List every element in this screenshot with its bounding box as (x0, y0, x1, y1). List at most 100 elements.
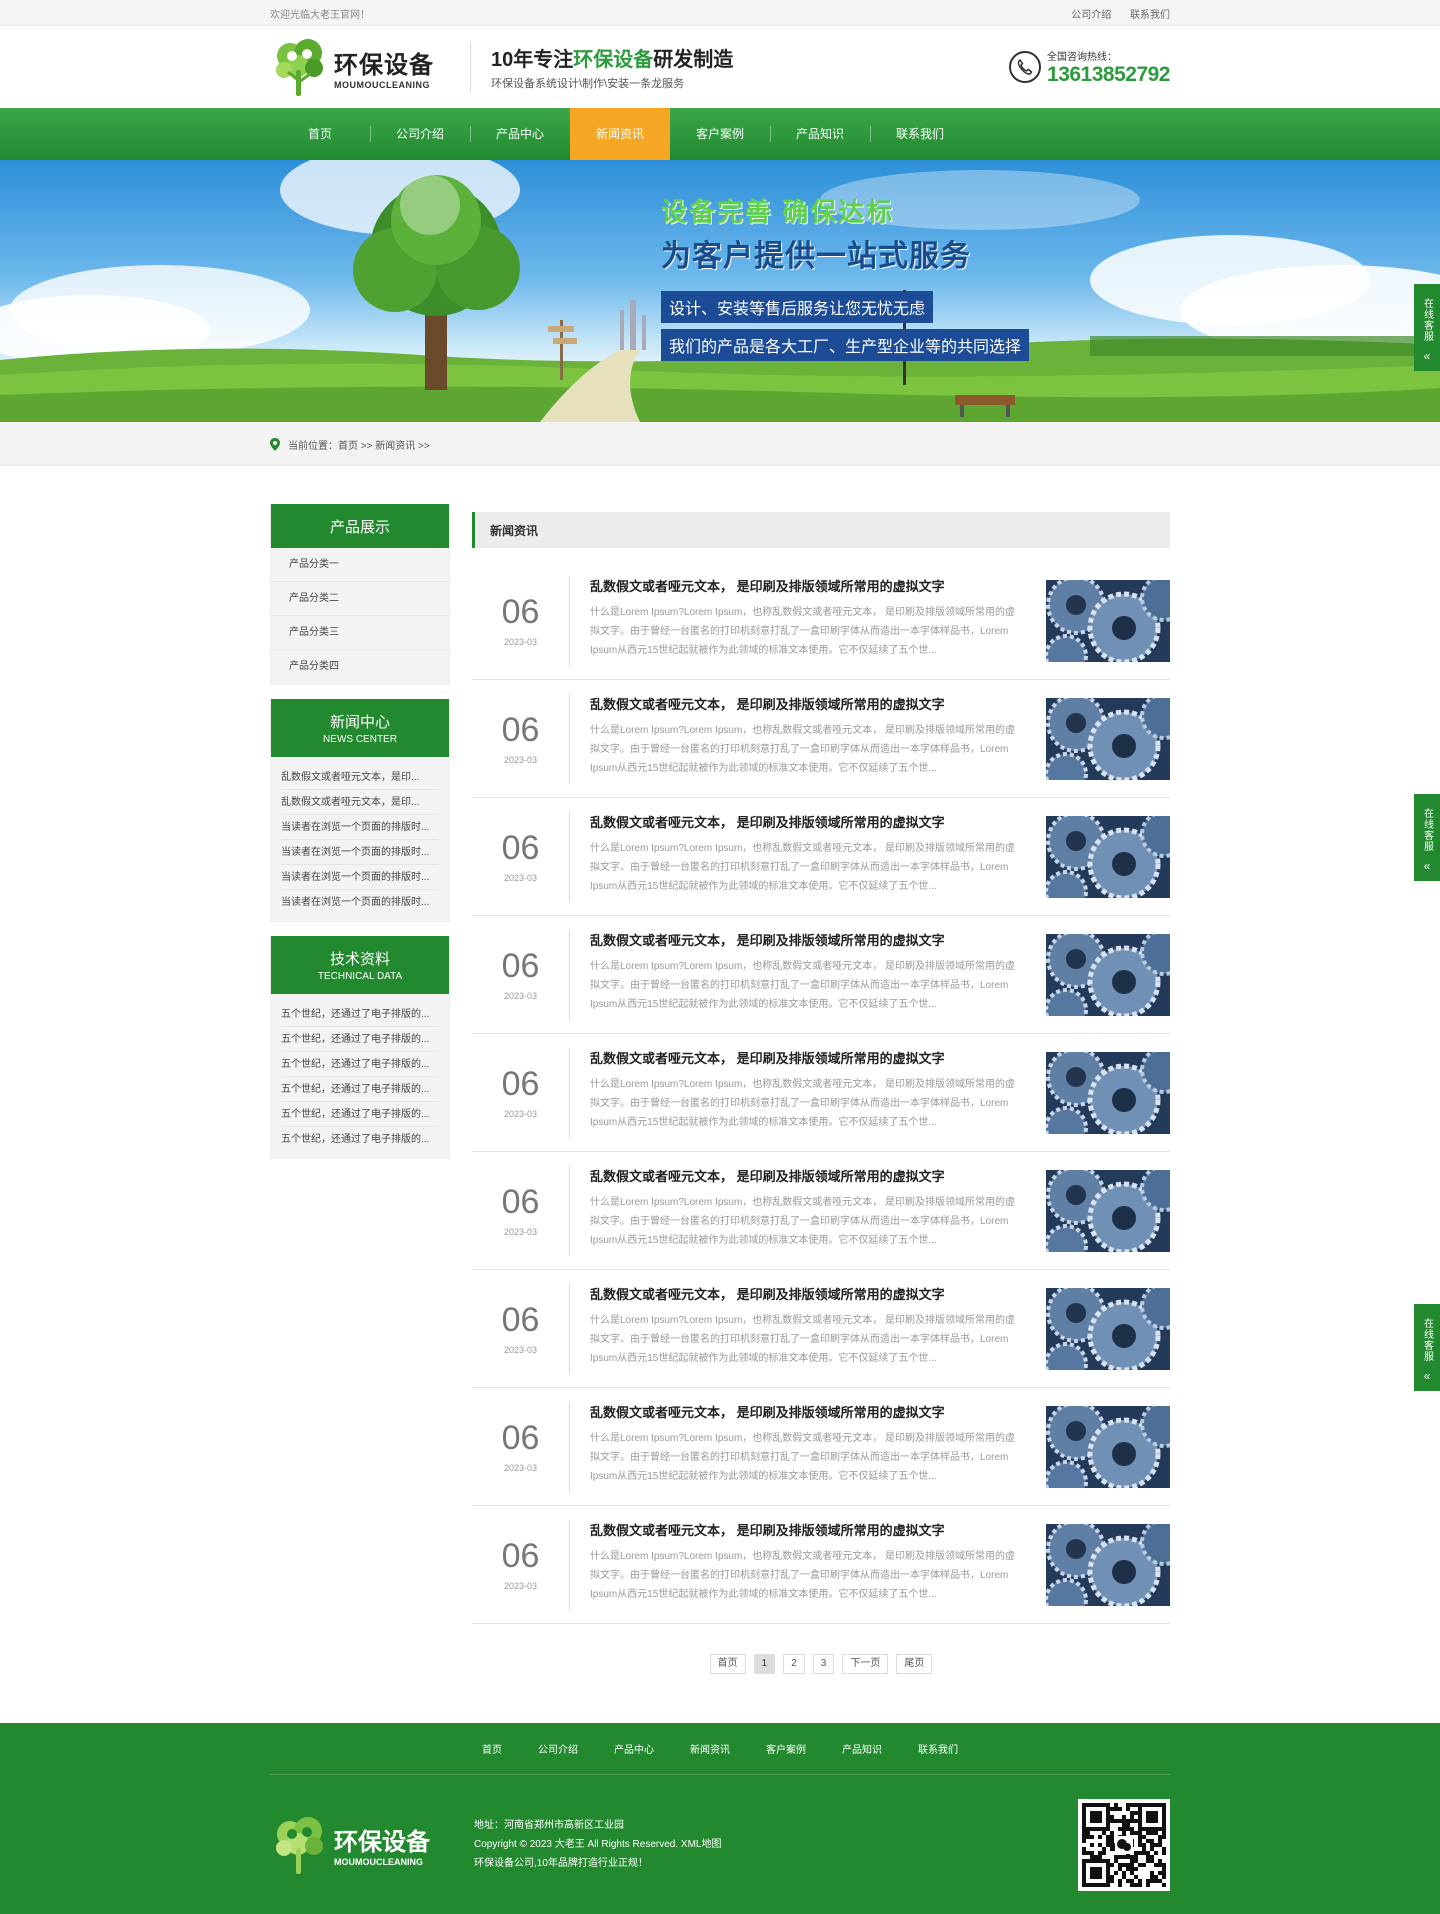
footer-address: 地址：河南省郑州市高新区工业园 (474, 1820, 624, 1831)
news-thumbnail-gears-image[interactable] (1046, 1405, 1170, 1488)
sidebar-tech-item[interactable]: 五个世纪，还通过了电子排版的... (281, 1102, 439, 1127)
news-item[interactable]: 06 2023-03 乱数假文或者哑元文本， 是印刷及排版领域所常用的虚拟文字 … (472, 562, 1170, 680)
news-title[interactable]: 乱数假文或者哑元文本， 是印刷及排版领域所常用的虚拟文字 (590, 1402, 1024, 1421)
news-day: 06 (501, 946, 540, 985)
sidebar-category-item[interactable]: 产品分类三 (271, 616, 449, 650)
top-bar: 欢迎光临大老王官网！ 公司介绍 联系我们 (0, 0, 1440, 26)
sidebar-news-item[interactable]: 当读者在浏览一个页面的排版时... (281, 865, 439, 890)
sidebar-news: 新闻中心 NEWS CENTER 乱数假文或者哑元文本，是印... 乱数假文或者… (270, 699, 450, 922)
sidebar-news-item[interactable]: 乱数假文或者哑元文本，是印... (281, 790, 439, 815)
news-thumbnail-gears-image[interactable] (1046, 933, 1170, 1016)
nav-news[interactable]: 新闻资讯 (570, 108, 670, 160)
location-pin-icon (270, 437, 280, 451)
news-year-month: 2023-03 (503, 1344, 538, 1355)
nav-products[interactable]: 产品中心 (470, 108, 570, 160)
sidebar-news-item[interactable]: 当读者在浏览一个页面的排版时... (281, 840, 439, 865)
sidebar-tech-item[interactable]: 五个世纪，还通过了电子排版的... (281, 1052, 439, 1077)
news-title[interactable]: 乱数假文或者哑元文本， 是印刷及排版领域所常用的虚拟文字 (590, 930, 1024, 949)
sidebar-news-item[interactable]: 乱数假文或者哑元文本，是印... (281, 765, 439, 790)
news-title[interactable]: 乱数假文或者哑元文本， 是印刷及排版领域所常用的虚拟文字 (590, 1048, 1024, 1067)
news-title[interactable]: 乱数假文或者哑元文本， 是印刷及排版领域所常用的虚拟文字 (590, 1284, 1024, 1303)
sidebar-tech-item[interactable]: 五个世纪，还通过了电子排版的... (281, 1077, 439, 1102)
tree-icon (276, 1816, 323, 1874)
news-item[interactable]: 06 2023-03 乱数假文或者哑元文本， 是印刷及排版领域所常用的虚拟文字 … (472, 1034, 1170, 1152)
sidebar-category-item[interactable]: 产品分类四 (271, 650, 449, 684)
footer-nav-knowledge[interactable]: 产品知识 (842, 1741, 882, 1756)
news-item[interactable]: 06 2023-03 乱数假文或者哑元文本， 是印刷及排版领域所常用的虚拟文字 … (472, 1270, 1170, 1388)
news-thumbnail-gears-image[interactable] (1046, 1169, 1170, 1252)
pager-last[interactable]: 尾页 (896, 1654, 933, 1674)
footer-nav-about[interactable]: 公司介绍 (538, 1741, 578, 1756)
news-date: 06 2023-03 (472, 693, 570, 784)
news-year-month: 2023-03 (503, 990, 538, 1001)
pager-page-3[interactable]: 3 (812, 1654, 835, 1674)
news-item[interactable]: 06 2023-03 乱数假文或者哑元文本， 是印刷及排版领域所常用的虚拟文字 … (472, 916, 1170, 1034)
online-service-label: 在线客服 (1421, 298, 1433, 342)
news-day: 06 (501, 1536, 540, 1575)
slogan-highlight: 环保设备 (573, 49, 654, 71)
nav-home[interactable]: 首页 (270, 108, 370, 160)
banner-headline-2: 为客户提供一站式服务 (661, 240, 971, 273)
footer-nav-products[interactable]: 产品中心 (614, 1741, 654, 1756)
news-year-month: 2023-03 (503, 754, 538, 765)
footer-nav-home[interactable]: 首页 (482, 1741, 502, 1756)
news-description: 什么是Lorem Ipsum?Lorem Ipsum，也称乱数假文或者哑元文本，… (590, 1078, 1016, 1128)
online-service-tab[interactable]: 在线客服 « (1414, 794, 1440, 881)
sidebar-news-item[interactable]: 当读者在浏览一个页面的排版时... (281, 890, 439, 915)
sidebar-category-item[interactable]: 产品分类二 (271, 582, 449, 616)
news-description: 什么是Lorem Ipsum?Lorem Ipsum，也称乱数假文或者哑元文本，… (590, 724, 1016, 774)
news-title[interactable]: 乱数假文或者哑元文本， 是印刷及排版领域所常用的虚拟文字 (590, 1166, 1024, 1185)
hotline: 全国咨询热线： 13613852792 (1009, 48, 1170, 87)
news-day: 06 (501, 710, 540, 749)
news-item[interactable]: 06 2023-03 乱数假文或者哑元文本， 是印刷及排版领域所常用的虚拟文字 … (472, 1506, 1170, 1624)
footer-nav-news[interactable]: 新闻资讯 (690, 1741, 730, 1756)
pager-page-2[interactable]: 2 (783, 1654, 805, 1674)
news-title[interactable]: 乱数假文或者哑元文本， 是印刷及排版领域所常用的虚拟文字 (590, 576, 1024, 595)
online-service-tab[interactable]: 在线客服 « (1414, 1304, 1440, 1391)
pager-first[interactable]: 首页 (709, 1654, 746, 1674)
sidebar-tech-item[interactable]: 五个世纪，还通过了电子排版的... (281, 1027, 439, 1052)
news-title[interactable]: 乱数假文或者哑元文本， 是印刷及排版领域所常用的虚拟文字 (590, 694, 1024, 713)
news-item[interactable]: 06 2023-03 乱数假文或者哑元文本， 是印刷及排版领域所常用的虚拟文字 … (472, 680, 1170, 798)
news-item[interactable]: 06 2023-03 乱数假文或者哑元文本， 是印刷及排版领域所常用的虚拟文字 … (472, 1388, 1170, 1506)
breadcrumb-text[interactable]: 当前位置：首页 >> 新闻资讯 >> (288, 437, 430, 452)
footer-nav-cases[interactable]: 客户案例 (766, 1741, 806, 1756)
news-description: 什么是Lorem Ipsum?Lorem Ipsum，也称乱数假文或者哑元文本，… (590, 1314, 1016, 1364)
hotline-number[interactable]: 13613852792 (1047, 63, 1170, 87)
top-link-contact[interactable]: 联系我们 (1130, 10, 1170, 21)
sidebar-products-head: 产品展示 (271, 504, 449, 548)
news-thumbnail-gears-image[interactable] (1046, 1523, 1170, 1606)
main-section: 产品展示 产品分类一 产品分类二 产品分类三 产品分类四 新闻中心 NEWS C… (0, 466, 1440, 1674)
sidebar-tech-item[interactable]: 五个世纪，还通过了电子排版的... (281, 1127, 439, 1152)
nav-about[interactable]: 公司介绍 (370, 108, 470, 160)
news-thumbnail-gears-image[interactable] (1046, 1051, 1170, 1134)
online-service-tab[interactable]: 在线客服 « (1414, 284, 1440, 371)
news-description: 什么是Lorem Ipsum?Lorem Ipsum，也称乱数假文或者哑元文本，… (590, 842, 1016, 892)
top-link-about[interactable]: 公司介绍 (1071, 10, 1111, 21)
nav-cases[interactable]: 客户案例 (670, 108, 770, 160)
news-title[interactable]: 乱数假文或者哑元文本， 是印刷及排版领域所常用的虚拟文字 (590, 812, 1024, 831)
sidebar-tech-item[interactable]: 五个世纪，还通过了电子排版的... (281, 1002, 439, 1027)
footer-logo[interactable]: 环保设备 MOUMOUCLEANING (270, 1814, 474, 1876)
news-title[interactable]: 乱数假文或者哑元文本， 是印刷及排版领域所常用的虚拟文字 (590, 1520, 1024, 1539)
nav-knowledge[interactable]: 产品知识 (770, 108, 870, 160)
pager-next[interactable]: 下一页 (842, 1654, 889, 1674)
header: 环保设备 MOUMOUCLEANING 10年专注环保设备研发制造 环保设备系统… (0, 26, 1440, 108)
news-thumbnail-gears-image[interactable] (1046, 815, 1170, 898)
site-logo[interactable]: 环保设备 MOUMOUCLEANING (270, 36, 470, 98)
sidebar-news-item[interactable]: 当读者在浏览一个页面的排版时... (281, 815, 439, 840)
footer-info: 地址：河南省郑州市高新区工业园 Copyright © 2023 大老王 All… (474, 1816, 721, 1873)
news-item[interactable]: 06 2023-03 乱数假文或者哑元文本， 是印刷及排版领域所常用的虚拟文字 … (472, 1152, 1170, 1270)
news-thumbnail-gears-image[interactable] (1046, 697, 1170, 780)
sidebar-news-title: 新闻中心 (329, 714, 390, 731)
sidebar-news-title-en: NEWS CENTER (323, 734, 397, 745)
sidebar-category-item[interactable]: 产品分类一 (271, 548, 449, 582)
news-date: 06 2023-03 (472, 1401, 570, 1492)
footer-nav-contact[interactable]: 联系我们 (918, 1741, 958, 1756)
nav-contact[interactable]: 联系我们 (870, 108, 970, 160)
news-thumbnail-gears-image[interactable] (1046, 579, 1170, 662)
news-list: 06 2023-03 乱数假文或者哑元文本， 是印刷及排版领域所常用的虚拟文字 … (472, 562, 1170, 1624)
news-thumbnail-gears-image[interactable] (1046, 1287, 1170, 1370)
news-item[interactable]: 06 2023-03 乱数假文或者哑元文本， 是印刷及排版领域所常用的虚拟文字 … (472, 798, 1170, 916)
pager-page-1[interactable]: 1 (753, 1654, 776, 1674)
